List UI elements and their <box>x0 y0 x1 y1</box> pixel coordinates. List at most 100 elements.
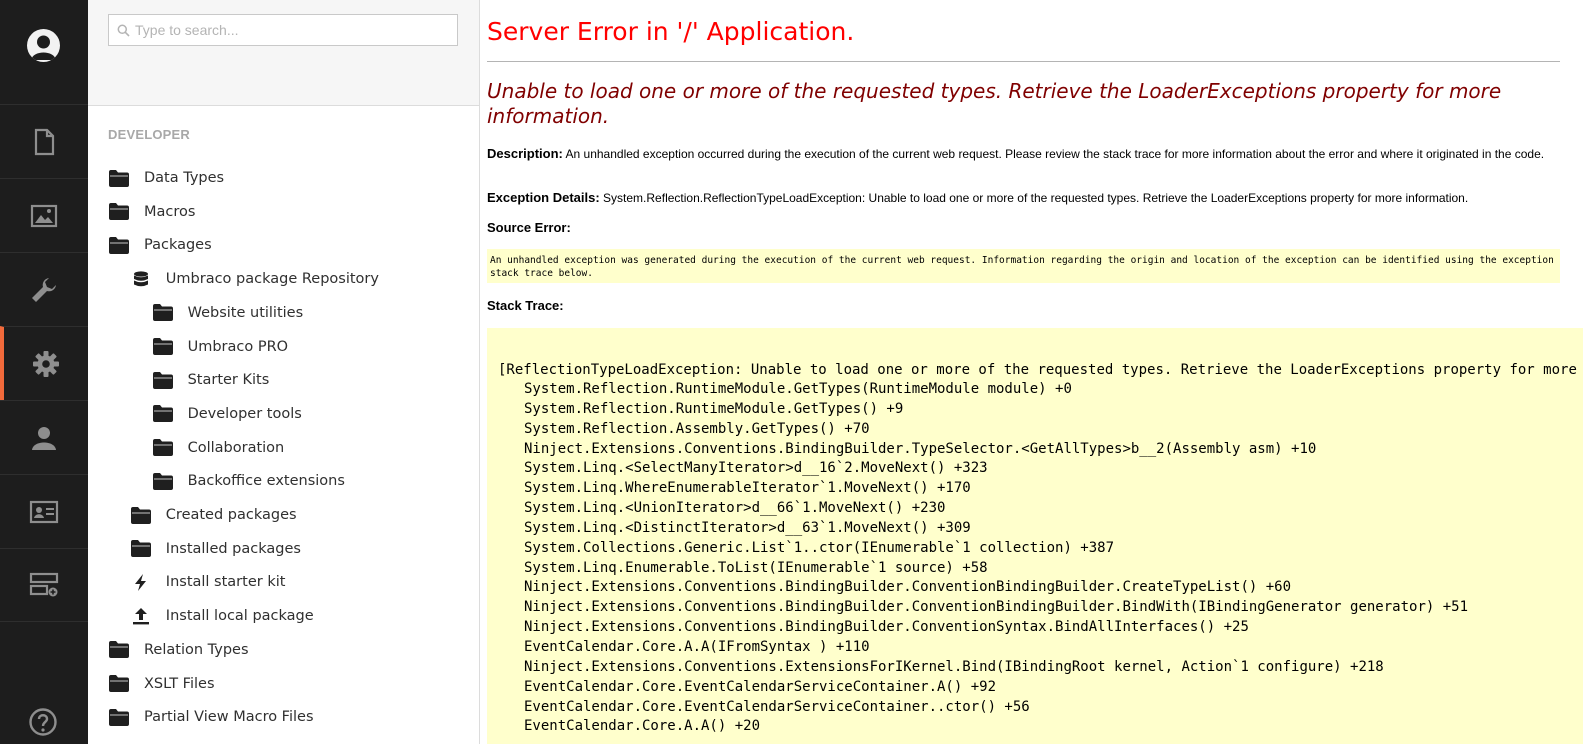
description-text: An unhandled exception occurred during t… <box>565 147 1545 161</box>
divider <box>487 61 1560 62</box>
stack-trace-line: System.Reflection.RuntimeModule.GetTypes… <box>524 400 904 417</box>
tree-item-label: Collaboration <box>187 439 285 456</box>
tree-item[interactable]: Starter Kits <box>152 366 270 394</box>
tree-item[interactable]: Created packages <box>130 501 297 529</box>
stack-trace-line: Ninject.Extensions.Conventions.Extension… <box>524 658 1384 675</box>
tree-item[interactable]: Backoffice extensions <box>152 467 345 495</box>
stack-trace-line: Ninject.Extensions.Conventions.BindingBu… <box>524 440 1317 457</box>
tree-item[interactable]: Install starter kit <box>130 568 286 596</box>
stack-trace-box: [ReflectionTypeLoadException: Unable to … <box>487 328 1583 744</box>
folder-icon <box>108 708 130 726</box>
tree-item-label: Packages <box>144 237 212 254</box>
tree-item-label: Starter Kits <box>187 372 270 389</box>
source-error-text: An unhandled exception was generated dur… <box>490 255 1554 279</box>
folder-icon <box>108 641 130 659</box>
folder-icon <box>108 236 130 254</box>
user-avatar[interactable] <box>27 29 60 62</box>
stack-trace-line: System.Collections.Generic.List`1..ctor(… <box>524 539 1115 556</box>
stack-trace-line: Ninject.Extensions.Conventions.BindingBu… <box>524 619 1249 636</box>
tree-item[interactable]: Packages <box>108 231 212 259</box>
section-title: DEVELOPER <box>108 127 190 142</box>
tree-item[interactable]: Partial View Macro Files <box>108 703 314 731</box>
stack-trace-line: System.Reflection.RuntimeModule.GetTypes… <box>524 381 1072 397</box>
gear-icon <box>33 350 59 377</box>
stack-trace-line: System.Linq.<UnionIterator>d__66`1.MoveN… <box>524 500 946 517</box>
nav-content[interactable] <box>0 104 88 178</box>
folder-icon <box>152 439 174 457</box>
stack-trace-line: Ninject.Extensions.Conventions.BindingBu… <box>524 579 1292 596</box>
search-input[interactable] <box>135 15 453 45</box>
folder-icon <box>152 371 174 389</box>
user-silhouette-icon <box>31 35 56 60</box>
stack-trace-line: System.Linq.<SelectManyIterator>d__16`2.… <box>524 460 988 477</box>
tree-item-label: Relation Types <box>144 641 249 658</box>
stack-trace-line: Ninject.Extensions.Conventions.BindingBu… <box>524 599 1469 616</box>
tree-item-label: Developer tools <box>187 405 302 422</box>
folder-icon <box>108 675 130 693</box>
nav-developer[interactable] <box>0 326 88 400</box>
tree-item-label: Install local package <box>165 608 314 625</box>
stack-trace-line: System.Linq.Enumerable.ToList(IEnumerabl… <box>524 559 988 576</box>
tree-item[interactable]: Macros <box>108 198 195 226</box>
stack-trace-line: EventCalendar.Core.A.A() +20 <box>524 718 761 735</box>
folder-icon <box>152 304 174 322</box>
tree-item[interactable]: Umbraco PRO <box>152 333 288 361</box>
stack-trace-lines: System.Reflection.RuntimeModule.GetTypes… <box>524 380 1468 737</box>
main-navigation <box>0 0 88 744</box>
stack-trace-line: System.Reflection.Assembly.GetTypes() +7… <box>524 420 870 437</box>
tree-item[interactable]: Relation Types <box>108 636 249 664</box>
image-icon <box>30 204 58 227</box>
exception-paragraph: Exception Details: System.Reflection.Ref… <box>487 190 1567 206</box>
source-error-label: Source Error: <box>487 220 571 235</box>
stack-trace-line: EventCalendar.Core.A.A(IFromSyntax ) +11… <box>524 638 870 655</box>
tree-item[interactable]: XSLT Files <box>108 670 215 698</box>
nav-settings[interactable] <box>0 252 88 326</box>
nav-forms[interactable] <box>0 548 88 622</box>
tree-item-label: Data Types <box>144 170 225 186</box>
stack-trace-line: EventCalendar.Core.EventCalendarServiceC… <box>524 678 997 695</box>
tree-item-label: Installed packages <box>165 540 301 557</box>
description-paragraph: Description: An unhandled exception occu… <box>487 146 1567 162</box>
tree-item[interactable]: Installed packages <box>130 535 301 563</box>
exception-text: System.Reflection.ReflectionTypeLoadExce… <box>603 191 1469 205</box>
tree-item-label: Website utilities <box>187 304 304 321</box>
id-card-icon <box>29 500 59 523</box>
page-title: Server Error in '/' Application. <box>487 17 855 46</box>
tree-item[interactable]: Developer tools <box>152 400 302 428</box>
nav-members[interactable] <box>0 474 88 548</box>
tree-item-label: Install starter kit <box>165 574 286 591</box>
wrench-icon <box>32 277 56 302</box>
folder-icon <box>108 203 130 221</box>
folder-icon <box>130 506 152 524</box>
description-label: Description: <box>487 146 563 161</box>
tree-item[interactable]: Collaboration <box>152 434 285 462</box>
document-icon <box>34 128 55 155</box>
stack-trace-line: System.Linq.WhereEnumerableIterator`1.Mo… <box>524 480 971 497</box>
search-area <box>88 0 479 106</box>
source-error-box: An unhandled exception was generated dur… <box>487 249 1560 283</box>
database-icon <box>130 270 152 288</box>
tree-item[interactable]: Umbraco package Repository <box>130 265 379 293</box>
tree-item[interactable]: Website utilities <box>152 299 304 327</box>
exception-label: Exception Details: <box>487 190 600 205</box>
stack-trace-exception-line: [ReflectionTypeLoadException: Unable to … <box>498 362 1583 378</box>
tree-item-label: Umbraco PRO <box>187 338 289 355</box>
help-icon[interactable] <box>28 707 58 737</box>
tree-item[interactable]: Data Types <box>108 164 224 192</box>
nav-users[interactable] <box>0 400 88 474</box>
tree-item[interactable]: Install local package <box>130 602 314 630</box>
folder-icon <box>130 540 152 558</box>
forms-icon <box>29 572 59 597</box>
stack-trace-label: Stack Trace: <box>487 298 564 313</box>
tree-item-label: Backoffice extensions <box>187 473 345 490</box>
search-box[interactable] <box>108 14 458 46</box>
tree-item-label: Created packages <box>165 507 297 523</box>
error-page: Server Error in '/' Application. Unable … <box>481 0 1583 744</box>
folder-icon <box>152 338 174 356</box>
upload-icon <box>130 607 152 625</box>
error-heading: Unable to load one or more of the reques… <box>487 79 1502 128</box>
developer-tree-panel: DEVELOPER Data Types Macros Packages Umbrac… <box>88 0 480 744</box>
search-icon <box>117 24 130 37</box>
folder-icon <box>108 169 130 187</box>
nav-media[interactable] <box>0 178 88 252</box>
